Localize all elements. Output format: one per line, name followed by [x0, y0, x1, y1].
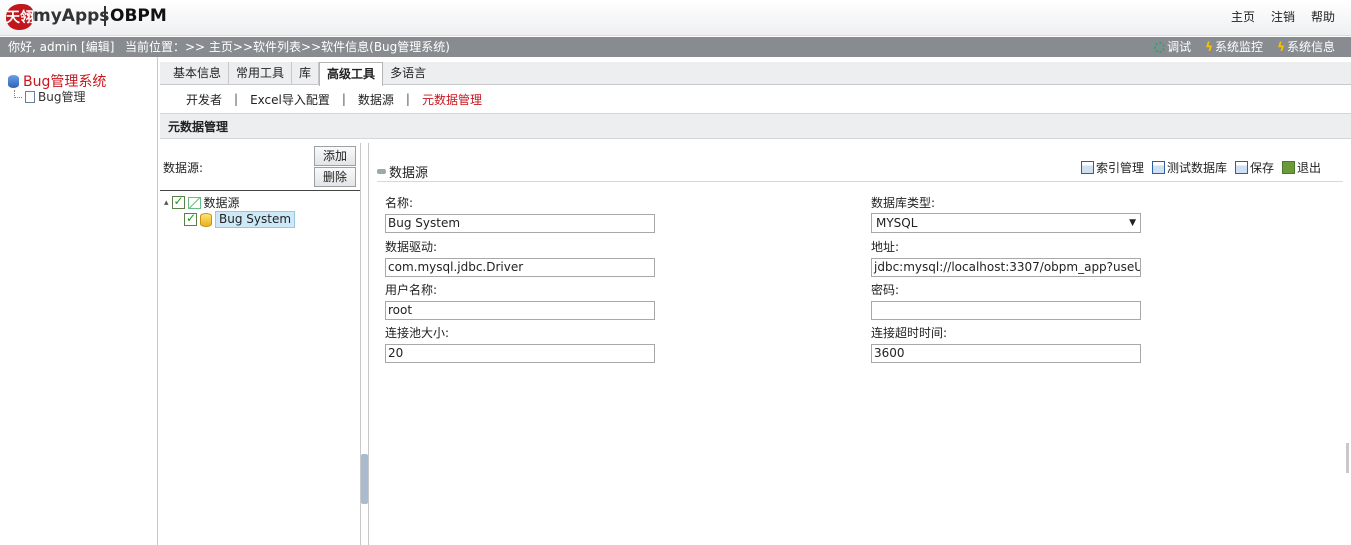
breadcrumb: 当前位置：>> 主页>>软件列表>>软件信息(Bug管理系统) [125, 40, 450, 54]
tree-root-label: 数据源 [203, 196, 240, 210]
home-link[interactable]: 主页 [1231, 8, 1255, 25]
save-button[interactable]: 保存 [1234, 159, 1274, 176]
subnav-separator: | [405, 92, 410, 106]
exit-icon [1281, 161, 1295, 174]
subnav-excel-import[interactable]: Excel导入配置 [250, 91, 330, 108]
section-title: 元数据管理 [160, 113, 1351, 139]
debug-label: 调试 [1167, 40, 1192, 54]
panel-divider [160, 190, 360, 191]
pool-size-field[interactable]: 20 [385, 344, 655, 363]
main-tabs: 基本信息 常用工具 库 高级工具 多语言 [160, 62, 1351, 86]
logout-link[interactable]: 注销 [1271, 8, 1295, 25]
logo-icon: 天翎 [6, 4, 34, 30]
minus-icon[interactable] [377, 169, 386, 174]
sidebar-child-label: Bug管理 [38, 90, 86, 104]
user-greeting[interactable]: 你好, admin [编辑] [8, 37, 114, 57]
driver-label: 数据驱动: [385, 240, 438, 254]
datasource-form: 数据源 索引管理 测试数据库 保存 退出 名称: Bug System 数据库类… [368, 143, 1349, 545]
subnav-datasource[interactable]: 数据源 [358, 91, 394, 108]
subnav-metadata-management[interactable]: 元数据管理 [422, 91, 482, 108]
chart-icon [187, 196, 201, 209]
form-title-underline [377, 181, 1343, 182]
checkbox-icon[interactable] [171, 194, 185, 209]
name-label: 名称: [385, 196, 414, 210]
db-type-select[interactable]: MYSQL ▼ [871, 213, 1141, 233]
help-link[interactable]: 帮助 [1311, 8, 1335, 25]
datasource-label: 数据源: [163, 161, 204, 175]
status-actions: 调试 ϟ 系统监控 ϟ 系统信息 [1154, 37, 1335, 57]
subnav-developer[interactable]: 开发者 [186, 91, 222, 108]
password-label: 密码: [871, 283, 900, 297]
lightning-icon: ϟ [1277, 40, 1285, 54]
exit-label: 退出 [1296, 161, 1321, 175]
gear-icon [1154, 41, 1166, 53]
panel-collapse-handle[interactable] [361, 454, 368, 504]
system-monitor-label: 系统监控 [1215, 40, 1264, 54]
status-bar: 你好, admin [编辑] 当前位置：>> 主页>>软件列表>>软件信息(Bu… [0, 37, 1351, 57]
form-actions: 索引管理 测试数据库 保存 退出 [1080, 159, 1321, 176]
database-icon [8, 74, 19, 88]
index-management-button[interactable]: 索引管理 [1080, 159, 1144, 176]
db-type-label: 数据库类型: [871, 196, 936, 210]
tree-connector [14, 89, 22, 98]
delete-button[interactable]: 删除 [314, 167, 356, 187]
system-info-link[interactable]: ϟ 系统信息 [1277, 37, 1335, 57]
username-label: 用户名称: [385, 283, 438, 297]
save-label: 保存 [1249, 161, 1274, 175]
system-monitor-link[interactable]: ϟ 系统监控 [1205, 37, 1263, 57]
test-database-button[interactable]: 测试数据库 [1151, 159, 1227, 176]
db-type-value: MYSQL [876, 216, 918, 230]
subnav-separator: | [234, 92, 239, 106]
index-management-label: 索引管理 [1095, 161, 1144, 175]
checkbox-icon[interactable] [184, 211, 197, 226]
form-title: 数据源 [377, 162, 428, 181]
table-icon [1080, 161, 1094, 174]
sub-nav: 开发者 | Excel导入配置 | 数据源 | 元数据管理 [160, 86, 1351, 112]
scrollbar[interactable] [1346, 443, 1349, 473]
subnav-separator: | [341, 92, 346, 106]
url-label: 地址: [871, 240, 900, 254]
lightning-icon: ϟ [1205, 40, 1214, 54]
tab-common-tools[interactable]: 常用工具 [229, 62, 293, 84]
sidebar-item-bug-management[interactable]: Bug管理 [14, 88, 85, 105]
tab-library[interactable]: 库 [292, 62, 320, 84]
timeout-label: 连接超时时间: [871, 326, 948, 340]
chevron-down-icon: ▼ [1129, 218, 1136, 228]
debug-link[interactable]: 调试 [1154, 37, 1191, 57]
sidebar: Bug管理系统 Bug管理 [0, 57, 158, 545]
tree-node-bug-system[interactable]: Bug System [184, 211, 296, 228]
system-info-label: 系统信息 [1286, 40, 1335, 54]
app-name: myApps [33, 6, 110, 26]
pool-size-label: 连接池大小: [385, 326, 450, 340]
product-name: OBPM [110, 6, 167, 26]
form-title-label: 数据源 [389, 166, 429, 181]
tab-basic-info[interactable]: 基本信息 [166, 62, 230, 84]
database-icon [200, 212, 212, 227]
test-database-label: 测试数据库 [1166, 161, 1227, 175]
logo-divider [104, 6, 106, 26]
document-icon [25, 90, 35, 103]
tab-multilanguage[interactable]: 多语言 [383, 62, 433, 84]
tree-node-datasource[interactable]: ▴ 数据源 [164, 194, 240, 211]
top-links: 主页 注销 帮助 [1231, 8, 1335, 25]
password-field[interactable] [871, 301, 1141, 320]
database-test-icon [1151, 161, 1165, 174]
tree-child-label: Bug System [215, 211, 296, 228]
timeout-field[interactable]: 3600 [871, 344, 1141, 363]
username-field[interactable]: root [385, 301, 655, 320]
name-field[interactable]: Bug System [385, 214, 655, 233]
datasource-panel: 数据源: 添加 删除 ▴ 数据源 Bug System [160, 143, 361, 545]
app-header: 天翎 myApps OBPM 主页 注销 帮助 [0, 0, 1351, 36]
driver-field[interactable]: com.mysql.jdbc.Driver [385, 258, 655, 277]
save-icon [1234, 161, 1248, 174]
exit-button[interactable]: 退出 [1281, 159, 1321, 176]
tab-advanced-tools[interactable]: 高级工具 [319, 62, 384, 86]
url-field[interactable]: jdbc:mysql://localhost:3307/obpm_app?use… [871, 258, 1141, 277]
collapse-icon[interactable]: ▴ [164, 198, 169, 208]
add-button[interactable]: 添加 [314, 146, 356, 166]
